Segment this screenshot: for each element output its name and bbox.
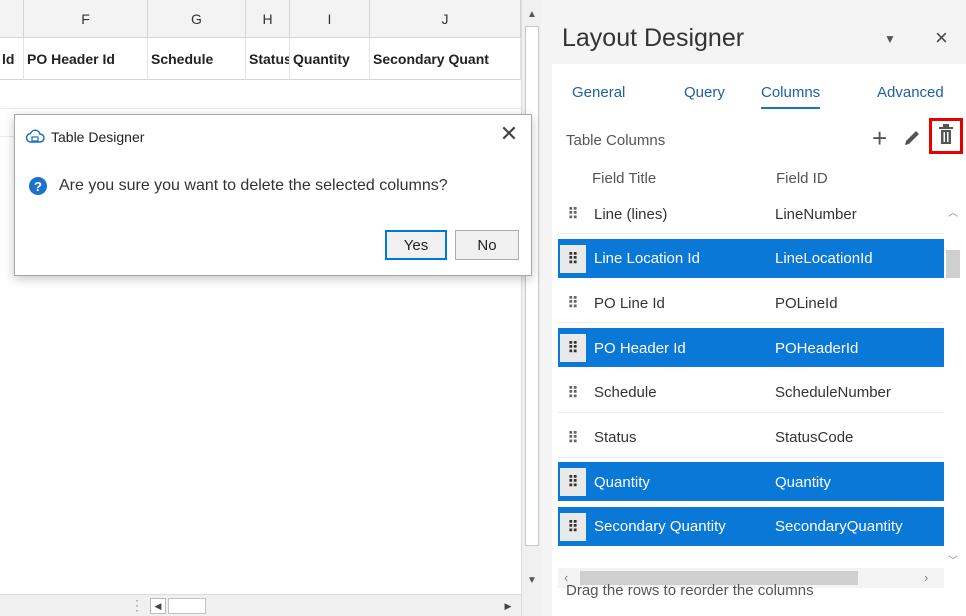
tab-advanced[interactable]: Advanced	[877, 84, 944, 101]
field-title-cell: Quantity	[594, 473, 650, 491]
list-item[interactable]: ⠿ PO Header Id POHeaderId	[558, 328, 944, 369]
confirm-delete-dialog: Table Designer ✕ ? Are you sure you want…	[14, 114, 532, 276]
col-letter-i[interactable]: I	[290, 0, 370, 38]
col-letter-e[interactable]	[0, 0, 24, 38]
table-header-row: ld PO Header Id Schedule Status Quantity…	[0, 38, 521, 80]
scroll-left-icon[interactable]: ◀	[150, 598, 166, 614]
drag-handle-icon[interactable]: ⠿	[560, 379, 586, 407]
header-cell[interactable]: Quantity	[290, 38, 370, 80]
drag-handle-icon[interactable]: ⠿	[560, 512, 586, 541]
drag-handle-icon[interactable]: ⠿	[560, 468, 586, 497]
dialog-message-text: Are you sure you want to delete the sele…	[59, 177, 448, 194]
layout-designer-pane: Layout Designer ▼ × General Query Column…	[541, 0, 966, 616]
columns-list: ⠿ Line (lines) LineNumber ⠿ Line Location Id…	[558, 194, 944, 568]
dialog-close-icon[interactable]: ✕	[497, 123, 521, 147]
pane-body: General Query Columns Advanced Table Col…	[552, 64, 966, 616]
header-cell[interactable]: Secondary Quant	[370, 38, 521, 80]
dialog-title: Table Designer	[51, 129, 145, 145]
field-id-cell: POHeaderId	[775, 339, 859, 357]
col-letter-j[interactable]: J	[370, 0, 521, 38]
scroll-up-icon[interactable]: ▲	[522, 4, 542, 24]
scroll-thumb[interactable]	[946, 250, 960, 278]
field-id-cell: SecondaryQuantity	[775, 518, 903, 536]
trash-icon[interactable]	[938, 123, 954, 150]
drag-handle-icon[interactable]: ⠿	[560, 244, 586, 273]
pencil-icon[interactable]	[902, 128, 922, 153]
drag-handle-icon[interactable]: ⠿	[560, 424, 586, 452]
col-letter-f[interactable]: F	[24, 0, 148, 38]
close-icon[interactable]: ×	[935, 27, 948, 49]
table-designer-cloud-icon	[25, 129, 45, 143]
column-header-row: F G H I J	[0, 0, 521, 38]
header-cell[interactable]: Status	[246, 38, 290, 80]
field-title-cell: Line (lines)	[594, 205, 668, 223]
tab-columns[interactable]: Columns	[761, 84, 821, 109]
horizontal-scrollbar[interactable]: ⋮ ◀ ▶	[0, 594, 521, 616]
spreadsheet: F G H I J ld PO Header Id Schedule Statu…	[0, 0, 521, 616]
question-icon: ?	[29, 177, 47, 195]
field-id-cell: LineNumber	[775, 205, 857, 223]
dialog-message: ? Are you sure you want to delete the se…	[29, 173, 448, 199]
table-row[interactable]	[0, 81, 521, 109]
table-columns-label: Table Columns	[566, 132, 666, 149]
tab-general[interactable]: General	[572, 84, 625, 101]
field-title-cell: Line Location Id	[594, 250, 700, 268]
field-id-cell: Quantity	[775, 473, 831, 491]
drag-handle-icon[interactable]: ⠿	[560, 200, 586, 228]
drag-handle-icon[interactable]: ⠿	[560, 334, 586, 363]
vertical-scrollbar[interactable]: ▲ ▼	[521, 0, 541, 616]
field-title-cell: Schedule	[594, 384, 657, 402]
field-title-cell: PO Header Id	[594, 339, 686, 357]
yes-button[interactable]: Yes	[385, 230, 447, 260]
list-item[interactable]: ⠿ Line (lines) LineNumber	[558, 194, 944, 234]
list-vertical-scrollbar[interactable]: ︿ ﹀	[944, 194, 962, 568]
field-title-cell: PO Line Id	[594, 294, 665, 312]
scroll-down-icon[interactable]: ▼	[522, 570, 542, 590]
drag-hint: Drag the rows to reorder the columns	[566, 582, 814, 599]
scroll-thumb[interactable]	[525, 26, 539, 546]
scroll-down-icon[interactable]: ﹀	[944, 552, 962, 567]
pane-title: Layout Designer	[562, 24, 745, 52]
list-item[interactable]: ⠿ Quantity Quantity	[558, 462, 944, 503]
list-item[interactable]: ⠿ Schedule ScheduleNumber	[558, 372, 944, 413]
field-title-cell: Secondary Quantity	[594, 518, 726, 536]
drag-handle-icon[interactable]: ⠿	[560, 289, 586, 317]
split-handle-icon[interactable]: ⋮	[130, 597, 144, 614]
field-id-cell: LineLocationId	[775, 250, 873, 268]
list-item[interactable]: ⠿ Status StatusCode	[558, 417, 944, 458]
field-title-header: Field Title	[592, 170, 657, 187]
list-item[interactable]: ⠿ Line Location Id LineLocationId	[558, 238, 944, 279]
scroll-thumb[interactable]	[168, 598, 206, 614]
field-title-cell: Status	[594, 429, 637, 446]
col-letter-g[interactable]: G	[148, 0, 246, 38]
scroll-right-icon[interactable]: ▶	[500, 598, 516, 614]
field-id-cell: StatusCode	[775, 429, 854, 446]
field-id-cell: ScheduleNumber	[775, 384, 891, 402]
field-id-header: Field ID	[776, 170, 828, 187]
list-item[interactable]: ⠿ PO Line Id POLineId	[558, 283, 944, 324]
dialog-title-bar: Table Designer	[25, 125, 144, 149]
tab-bar: General Query Columns Advanced	[552, 64, 966, 116]
header-cell[interactable]: Schedule	[148, 38, 246, 80]
add-icon[interactable]: +	[872, 125, 887, 151]
scroll-right-icon[interactable]: ›	[924, 570, 928, 585]
col-letter-h[interactable]: H	[246, 0, 290, 38]
field-id-cell: POLineId	[775, 294, 838, 312]
list-item[interactable]: ⠿ Secondary Quantity SecondaryQuantity	[558, 506, 944, 547]
header-cell[interactable]: PO Header Id	[24, 38, 148, 80]
scroll-up-icon[interactable]: ︿	[944, 204, 962, 219]
header-cell[interactable]: ld	[0, 38, 24, 80]
chevron-down-icon[interactable]: ▼	[884, 32, 896, 46]
no-button[interactable]: No	[455, 230, 519, 260]
tab-query[interactable]: Query	[684, 84, 725, 101]
delete-highlight	[929, 118, 963, 154]
